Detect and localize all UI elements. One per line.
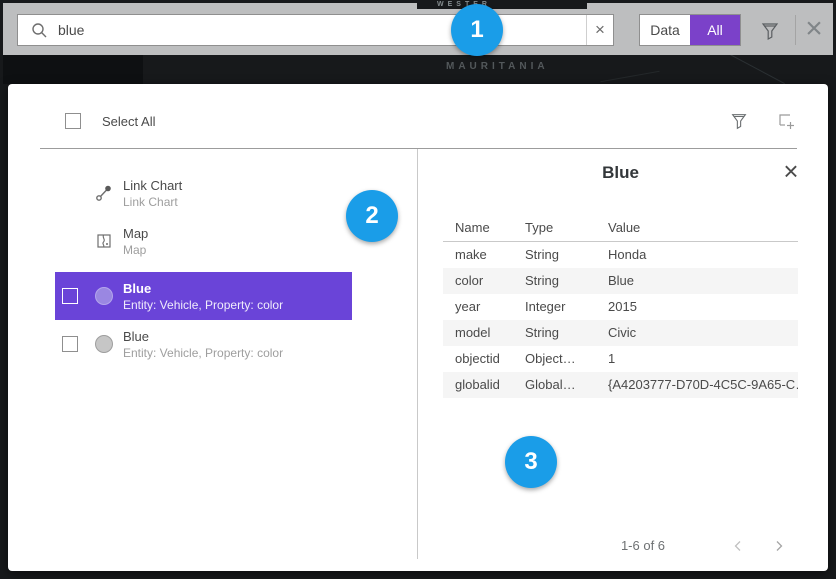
entity-icon xyxy=(95,287,113,305)
select-all-label: Select All xyxy=(102,114,155,129)
property-table: Name Type Value make String Honda color … xyxy=(443,214,798,398)
scope-option-data[interactable]: Data xyxy=(640,15,690,45)
map-border-line xyxy=(600,71,659,82)
result-item-blue-selected[interactable]: Blue Entity: Vehicle, Property: color xyxy=(55,272,352,320)
map-label-mauritania: MAURITANIA xyxy=(446,61,549,72)
pagination-prev-icon[interactable] xyxy=(726,534,750,558)
map-landmass xyxy=(3,55,143,84)
app-screen: × Data All × WESTER MAURITANIA Select Al… xyxy=(0,0,836,579)
result-subtitle: Entity: Vehicle, Property: color xyxy=(123,346,283,360)
search-box: × xyxy=(17,14,614,46)
select-all-checkbox[interactable] xyxy=(65,113,81,129)
table-row: year Integer 2015 xyxy=(443,294,798,320)
result-checkbox[interactable] xyxy=(62,288,78,304)
add-to-selection-icon[interactable] xyxy=(776,111,796,131)
callout-2: 2 xyxy=(346,190,398,242)
column-header-name: Name xyxy=(455,214,525,241)
map-label-western-sahara: WESTER xyxy=(417,0,587,9)
search-icon xyxy=(30,21,48,39)
result-item-link-chart[interactable]: Link Chart Link Chart xyxy=(55,170,352,216)
search-scope-toggle: Data All xyxy=(639,14,741,46)
result-title: Link Chart xyxy=(123,178,182,193)
scope-option-all[interactable]: All xyxy=(690,15,740,45)
column-header-value: Value xyxy=(608,214,798,241)
result-subtitle: Link Chart xyxy=(123,195,182,209)
result-item-blue[interactable]: Blue Entity: Vehicle, Property: color xyxy=(55,320,352,368)
pagination-next-icon[interactable] xyxy=(767,534,791,558)
map-icon xyxy=(85,232,123,250)
search-input[interactable] xyxy=(48,22,586,38)
table-row: objectid Object… 1 xyxy=(443,346,798,372)
result-title: Map xyxy=(123,226,148,241)
link-chart-icon xyxy=(85,184,123,202)
table-header: Name Type Value xyxy=(443,214,798,241)
table-row: globalid Global… {A4203777-D70D-4C5C-9A6… xyxy=(443,372,798,398)
table-row: make String Honda xyxy=(443,242,798,268)
table-row: model String Civic xyxy=(443,320,798,346)
result-title: Blue xyxy=(123,281,283,296)
close-search-icon[interactable]: × xyxy=(800,13,828,45)
result-subtitle: Map xyxy=(123,243,148,257)
pagination-label: 1-6 of 6 xyxy=(583,536,703,556)
filter-icon[interactable] xyxy=(759,20,781,42)
callout-3: 3 xyxy=(505,436,557,488)
detail-title: Blue xyxy=(443,163,798,183)
clear-search-button[interactable]: × xyxy=(586,15,613,45)
header-divider xyxy=(40,148,797,149)
toolbar-divider xyxy=(795,15,796,45)
results-filter-icon[interactable] xyxy=(729,111,749,131)
result-title: Blue xyxy=(123,329,283,344)
table-row: color String Blue xyxy=(443,268,798,294)
detail-close-icon[interactable]: × xyxy=(776,156,806,186)
search-results-panel: Select All Link Chart Link Chart xyxy=(8,84,828,571)
result-checkbox[interactable] xyxy=(62,336,78,352)
result-item-map[interactable]: Map Map xyxy=(55,218,352,264)
callout-1: 1 xyxy=(451,4,503,56)
entity-icon xyxy=(95,335,113,353)
panel-divider xyxy=(417,149,418,559)
column-header-type: Type xyxy=(525,214,608,241)
result-subtitle: Entity: Vehicle, Property: color xyxy=(123,298,283,312)
search-toolbar: × Data All × xyxy=(3,3,833,55)
